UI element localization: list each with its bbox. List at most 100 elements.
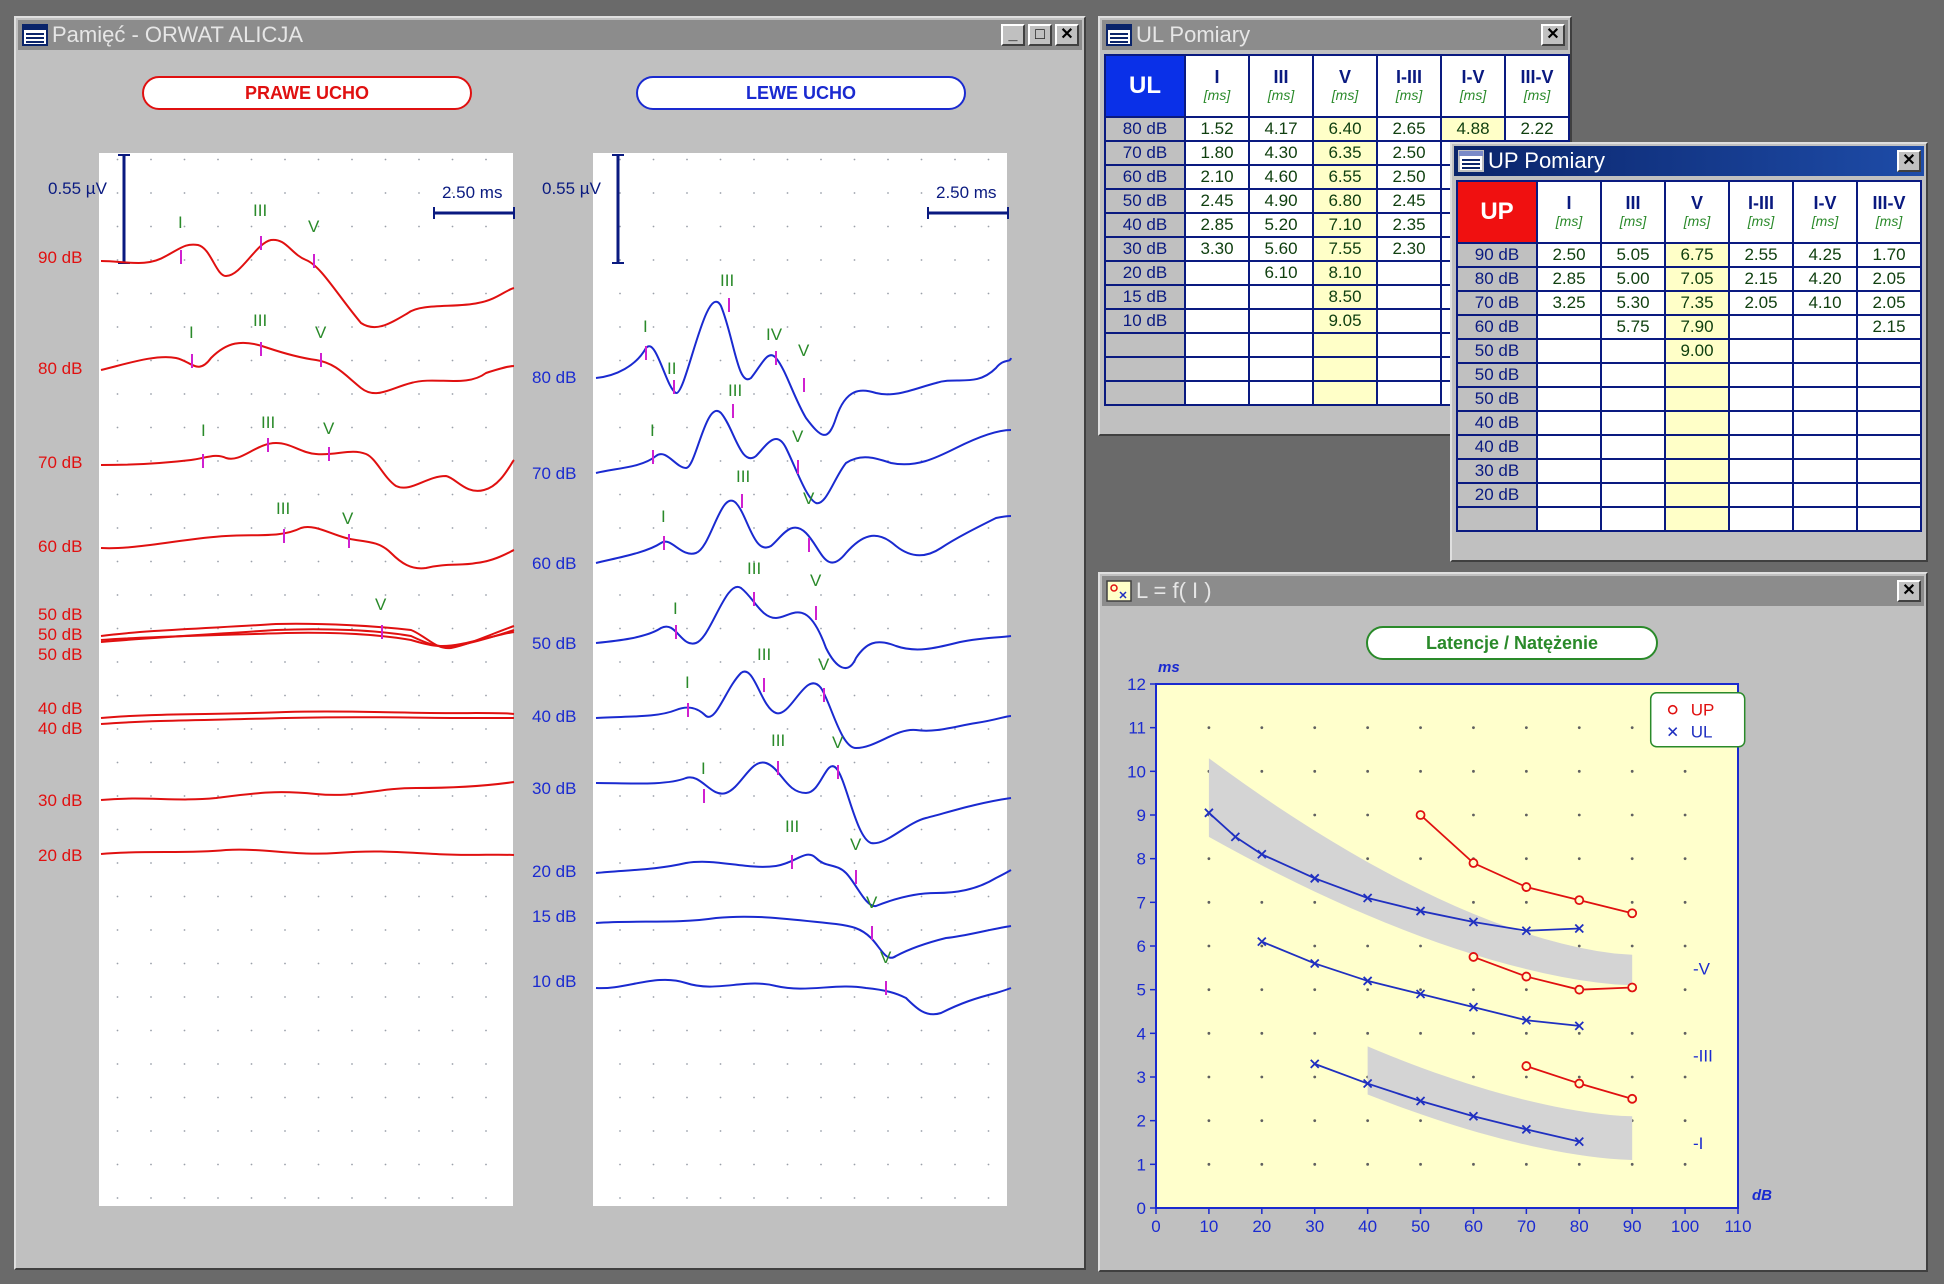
ul-window-titlebar[interactable]: UL Pomiary ✕ (1102, 20, 1568, 50)
column-unit: [ms] (1395, 87, 1423, 104)
grid-dot (1630, 726, 1634, 730)
column-unit: [ms] (1875, 213, 1903, 230)
chart-window-title: L = f( I ) (1136, 578, 1212, 603)
up-window-titlebar[interactable]: UP Pomiary ✕ (1454, 146, 1924, 176)
ul-window-title: UL Pomiary (1136, 22, 1251, 47)
column-name: I-III (1396, 67, 1422, 88)
minimize-icon: _ (1008, 26, 1018, 43)
chart-window-titlebar[interactable]: L = f( I ) ✕ (1102, 576, 1924, 606)
grid-dot (1207, 726, 1211, 730)
right-level-label: 50 dB (38, 645, 82, 664)
data-point-UP (1521, 1061, 1532, 1071)
y-tick-label: 1 (1137, 1155, 1146, 1174)
peak-label: III (747, 559, 761, 578)
legend-label: UP (1691, 701, 1715, 720)
table-cell: 2.10 (1184, 164, 1250, 190)
grid-dot (1524, 813, 1528, 817)
peak-label: V (375, 595, 387, 614)
column-header: III-V [ms] (1856, 180, 1922, 244)
grid-dot (1630, 1031, 1634, 1035)
grid-dot (1313, 1162, 1317, 1166)
up-measurements-table: UP I [ms] III [ms] V [ms] I-III [ms] I-V [ms] III-V… (1456, 180, 1922, 532)
legend-label: UL (1691, 723, 1713, 742)
memory-window-titlebar[interactable]: Pamięć - ORWAT ALICJA _ □ ✕ (18, 20, 1082, 50)
grid-dot (1260, 769, 1264, 773)
grid-dot (1207, 1119, 1211, 1123)
grid-dot (1366, 726, 1370, 730)
data-point-UP (1574, 895, 1585, 906)
grid-dot (1366, 1119, 1370, 1123)
chart-window[interactable]: L = f( I ) ✕ Latencje / Natężenie 0 10 20 3… (1098, 572, 1928, 1272)
left-level-label: 40 dB (532, 707, 576, 726)
memory-window[interactable]: Pamięć - ORWAT ALICJA _ □ ✕ PRAWE UCHO L… (14, 16, 1086, 1270)
table-cell: 1.52 (1184, 116, 1250, 142)
table-cell (1376, 380, 1442, 406)
table-cell: 4.20 (1792, 266, 1858, 292)
y-tick-label: 12 (1127, 675, 1146, 694)
grid-dot (1207, 1162, 1211, 1166)
row-level-label: 20 dB (1456, 482, 1538, 508)
table-cell: 2.85 (1536, 266, 1602, 292)
column-header: I-V [ms] (1792, 180, 1858, 244)
peak-label: III (757, 645, 771, 664)
peak-label: V (792, 427, 804, 446)
right-level-label: 50 dB (38, 625, 82, 644)
table-cell: 2.05 (1856, 290, 1922, 316)
minimize-button[interactable]: _ (1001, 24, 1025, 46)
row-level-label: 10 dB (1104, 308, 1186, 334)
table-cell (1728, 434, 1794, 460)
column-name: III (1273, 67, 1289, 88)
maximize-button[interactable]: □ (1028, 24, 1052, 46)
table-cell: 2.50 (1376, 164, 1442, 190)
wave-label: -III (1693, 1047, 1713, 1066)
row-level-label: 80 dB (1456, 266, 1538, 292)
grid-dot (1313, 900, 1317, 904)
close-button[interactable]: ✕ (1541, 24, 1565, 46)
table-cell: 2.15 (1728, 266, 1794, 292)
table-cell (1312, 380, 1378, 406)
data-point-UP (1627, 1093, 1638, 1104)
grid-dot (1683, 813, 1687, 817)
table-row: 50 dB (1456, 386, 1922, 412)
column-header: I-V [ms] (1440, 54, 1506, 118)
grid-dot (1419, 726, 1422, 730)
column-header: III-V [ms] (1504, 54, 1570, 118)
table-cell (1248, 284, 1314, 310)
peak-label: V (832, 733, 844, 752)
grid-dot (1313, 813, 1317, 817)
y-tick-label: 2 (1137, 1112, 1146, 1131)
column-header: III [ms] (1248, 54, 1314, 118)
row-level-label: 30 dB (1456, 458, 1538, 484)
y-tick-label: 6 (1137, 937, 1146, 956)
grid-dot (1207, 988, 1211, 992)
up-window[interactable]: UP Pomiary ✕ UP I [ms] III [ms] V [ms] I-III [ms… (1450, 142, 1928, 562)
table-cell (1376, 308, 1442, 334)
table-cell: 1.80 (1184, 140, 1250, 166)
close-icon: ✕ (1546, 26, 1560, 43)
table-cell (1248, 332, 1314, 358)
table-cell (1664, 482, 1730, 508)
table-cell (1536, 434, 1602, 460)
close-button[interactable]: ✕ (1897, 580, 1921, 602)
peak-label: V (798, 341, 810, 360)
peak-label: III (771, 731, 785, 750)
table-cell (1664, 386, 1730, 412)
table-cell (1856, 386, 1922, 412)
grid-dot (1419, 857, 1422, 861)
grid-dot (1313, 1075, 1317, 1079)
table-cell (1792, 506, 1858, 532)
right-level-label: 40 dB (38, 699, 82, 718)
column-name: III-V (1520, 67, 1554, 88)
close-button[interactable]: ✕ (1055, 24, 1079, 46)
table-cell (1856, 434, 1922, 460)
grid-dot (1577, 1075, 1581, 1079)
row-level-label: 50 dB (1456, 362, 1538, 388)
table-cell: 6.40 (1312, 116, 1378, 142)
column-unit: [ms] (1619, 213, 1647, 230)
row-level-label (1104, 356, 1186, 382)
left-level-label: 80 dB (532, 368, 576, 387)
close-button[interactable]: ✕ (1897, 150, 1921, 172)
table-cell: 7.05 (1664, 266, 1730, 292)
grid-dot (1366, 857, 1370, 861)
grid-dot (1207, 1075, 1211, 1079)
